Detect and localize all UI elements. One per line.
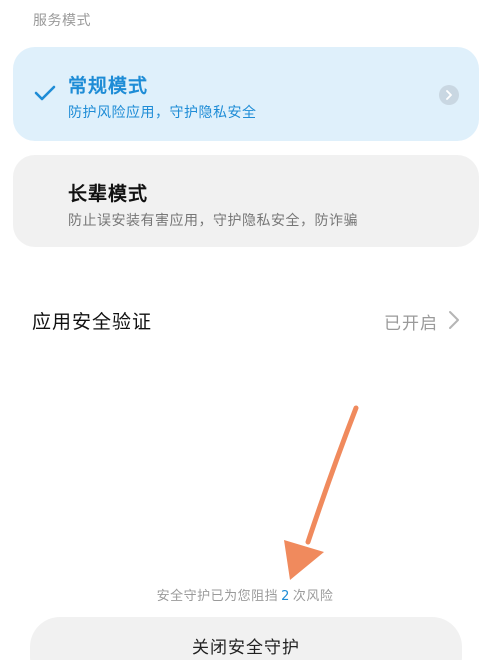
chevron-right-icon bbox=[446, 90, 452, 100]
arrow-annotation-icon bbox=[284, 405, 359, 580]
mode-description: 防止误安装有害应用，守护隐私安全，防诈骗 bbox=[68, 213, 358, 229]
app-verification-status: 已开启 bbox=[384, 314, 438, 334]
mode-card-normal[interactable]: 常规模式 防护风险应用，守护隐私安全 bbox=[13, 47, 479, 141]
close-protection-button[interactable]: 关闭安全守护 bbox=[30, 617, 462, 660]
section-title: 服务模式 bbox=[33, 13, 91, 29]
blocked-risk-text: 安全守护已为您阻挡 2 次风险 bbox=[0, 585, 490, 604]
check-icon bbox=[34, 85, 56, 101]
mode-card-elder[interactable]: 长辈模式 防止误安装有害应用，守护隐私安全，防诈骗 bbox=[13, 155, 479, 247]
service-mode-page: 服务模式 常规模式 防护风险应用，守护隐私安全 长辈模式 防止误安装有害应用，守… bbox=[0, 0, 490, 660]
blocked-suffix: 次风险 bbox=[292, 589, 334, 604]
app-verification-label: 应用安全验证 bbox=[32, 311, 153, 333]
mode-description: 防护风险应用，守护隐私安全 bbox=[68, 105, 257, 121]
mode-title: 长辈模式 bbox=[68, 183, 149, 205]
blocked-prefix: 安全守护已为您阻挡 bbox=[156, 589, 279, 604]
mode-title: 常规模式 bbox=[68, 75, 149, 97]
blocked-count: 2 bbox=[281, 589, 290, 604]
chevron-right-icon bbox=[449, 311, 459, 329]
close-protection-label: 关闭安全守护 bbox=[192, 638, 300, 658]
app-verification-row[interactable]: 应用安全验证 已开启 bbox=[0, 296, 490, 346]
mode-detail-button[interactable] bbox=[439, 85, 459, 105]
